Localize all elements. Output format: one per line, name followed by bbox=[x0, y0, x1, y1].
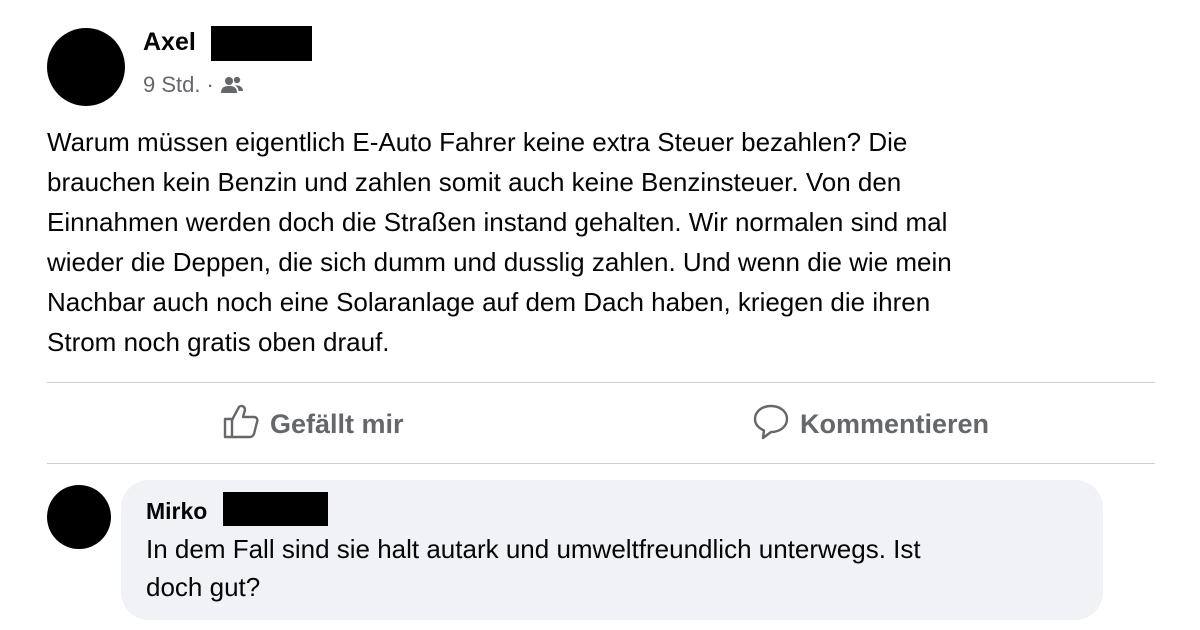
redacted-commenter-surname bbox=[223, 492, 328, 526]
comment-text: In dem Fall sind sie halt autark und umw… bbox=[146, 530, 1086, 606]
author-avatar[interactable] bbox=[47, 28, 125, 106]
comment-text-line: doch gut? bbox=[146, 572, 261, 602]
actions-divider-top bbox=[47, 382, 1155, 383]
commenter-avatar[interactable] bbox=[47, 485, 111, 549]
post-text-line: Warum müssen eigentlich E-Auto Fahrer ke… bbox=[47, 127, 908, 157]
like-label: Gefällt mir bbox=[270, 408, 404, 439]
friends-icon[interactable] bbox=[220, 75, 244, 95]
post-timestamp[interactable]: 9 Std. bbox=[143, 72, 200, 98]
author-name[interactable]: Axel bbox=[143, 28, 196, 57]
post-meta: 9 Std. · bbox=[143, 72, 244, 98]
commenter-name[interactable]: Mirko bbox=[146, 498, 207, 525]
post-text-line: Einnahmen werden doch die Straßen instan… bbox=[47, 207, 948, 237]
comment-bubble-icon bbox=[752, 402, 790, 447]
post-text: Warum müssen eigentlich E-Auto Fahrer ke… bbox=[47, 122, 1157, 362]
post-text-line: Strom noch gratis oben drauf. bbox=[47, 327, 390, 357]
comment-label: Kommentieren bbox=[800, 408, 990, 439]
post-text-line: Nachbar auch noch eine Solaranlage auf d… bbox=[47, 287, 931, 317]
thumbs-up-icon bbox=[222, 402, 260, 447]
comment-button[interactable]: Kommentieren bbox=[752, 402, 989, 446]
redacted-surname bbox=[211, 26, 312, 61]
meta-separator: · bbox=[206, 72, 214, 97]
like-button[interactable]: Gefällt mir bbox=[222, 402, 404, 446]
actions-divider-bottom bbox=[47, 463, 1155, 464]
comment-text-line: In dem Fall sind sie halt autark und umw… bbox=[146, 534, 921, 564]
post-text-line: brauchen kein Benzin und zahlen somit au… bbox=[47, 167, 902, 197]
post-text-line: wieder die Deppen, die sich dumm und dus… bbox=[47, 247, 952, 277]
